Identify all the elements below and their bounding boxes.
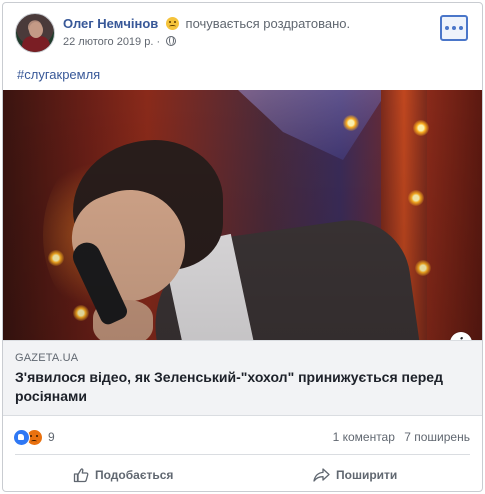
avatar[interactable]	[15, 13, 55, 53]
like-button[interactable]: Подобається	[73, 462, 173, 488]
more-options-button[interactable]	[440, 15, 468, 41]
divider	[15, 454, 470, 455]
share-button[interactable]: Поширити	[313, 462, 397, 488]
globe-icon[interactable]	[166, 36, 177, 46]
like-button-label: Подобається	[95, 468, 174, 482]
reaction-count: 9	[48, 430, 55, 444]
link-preview[interactable]: GAZETA.UA З'явилося відео, як Зеленський…	[3, 340, 482, 416]
post-card: Олег Немчінов почувається роздратовано. …	[2, 2, 483, 492]
link-preview-image[interactable]: i	[3, 90, 482, 340]
share-button-label: Поширити	[336, 468, 398, 482]
hashtag-link[interactable]: #слугакремля	[17, 67, 100, 82]
like-reaction-icon	[13, 428, 30, 446]
post-stats: 1 коментар 7 поширень	[333, 430, 470, 444]
author-line: Олег Немчінов почувається роздратовано.	[63, 16, 350, 31]
share-count[interactable]: 7 поширень	[404, 430, 470, 444]
thumbs-up-icon	[73, 468, 89, 483]
share-arrow-icon	[313, 468, 330, 482]
comment-count[interactable]: 1 коментар	[333, 430, 395, 444]
link-domain: GAZETA.UA	[15, 352, 79, 364]
feeling-text: почувається роздратовано.	[185, 16, 351, 31]
post-header: Олег Немчінов почувається роздратовано. …	[13, 13, 472, 57]
reactions-summary[interactable]: 9	[13, 428, 55, 446]
link-title[interactable]: З'явилося відео, як Зеленський-"хохол" п…	[15, 368, 455, 406]
more-options-icon	[445, 26, 449, 30]
post-meta: 22 лютого 2019 р. ·	[63, 36, 177, 48]
post-timestamp[interactable]: 22 лютого 2019 р. ·	[63, 36, 160, 48]
annoyed-emoji-icon	[165, 17, 179, 30]
author-name[interactable]: Олег Немчінов	[63, 16, 158, 31]
